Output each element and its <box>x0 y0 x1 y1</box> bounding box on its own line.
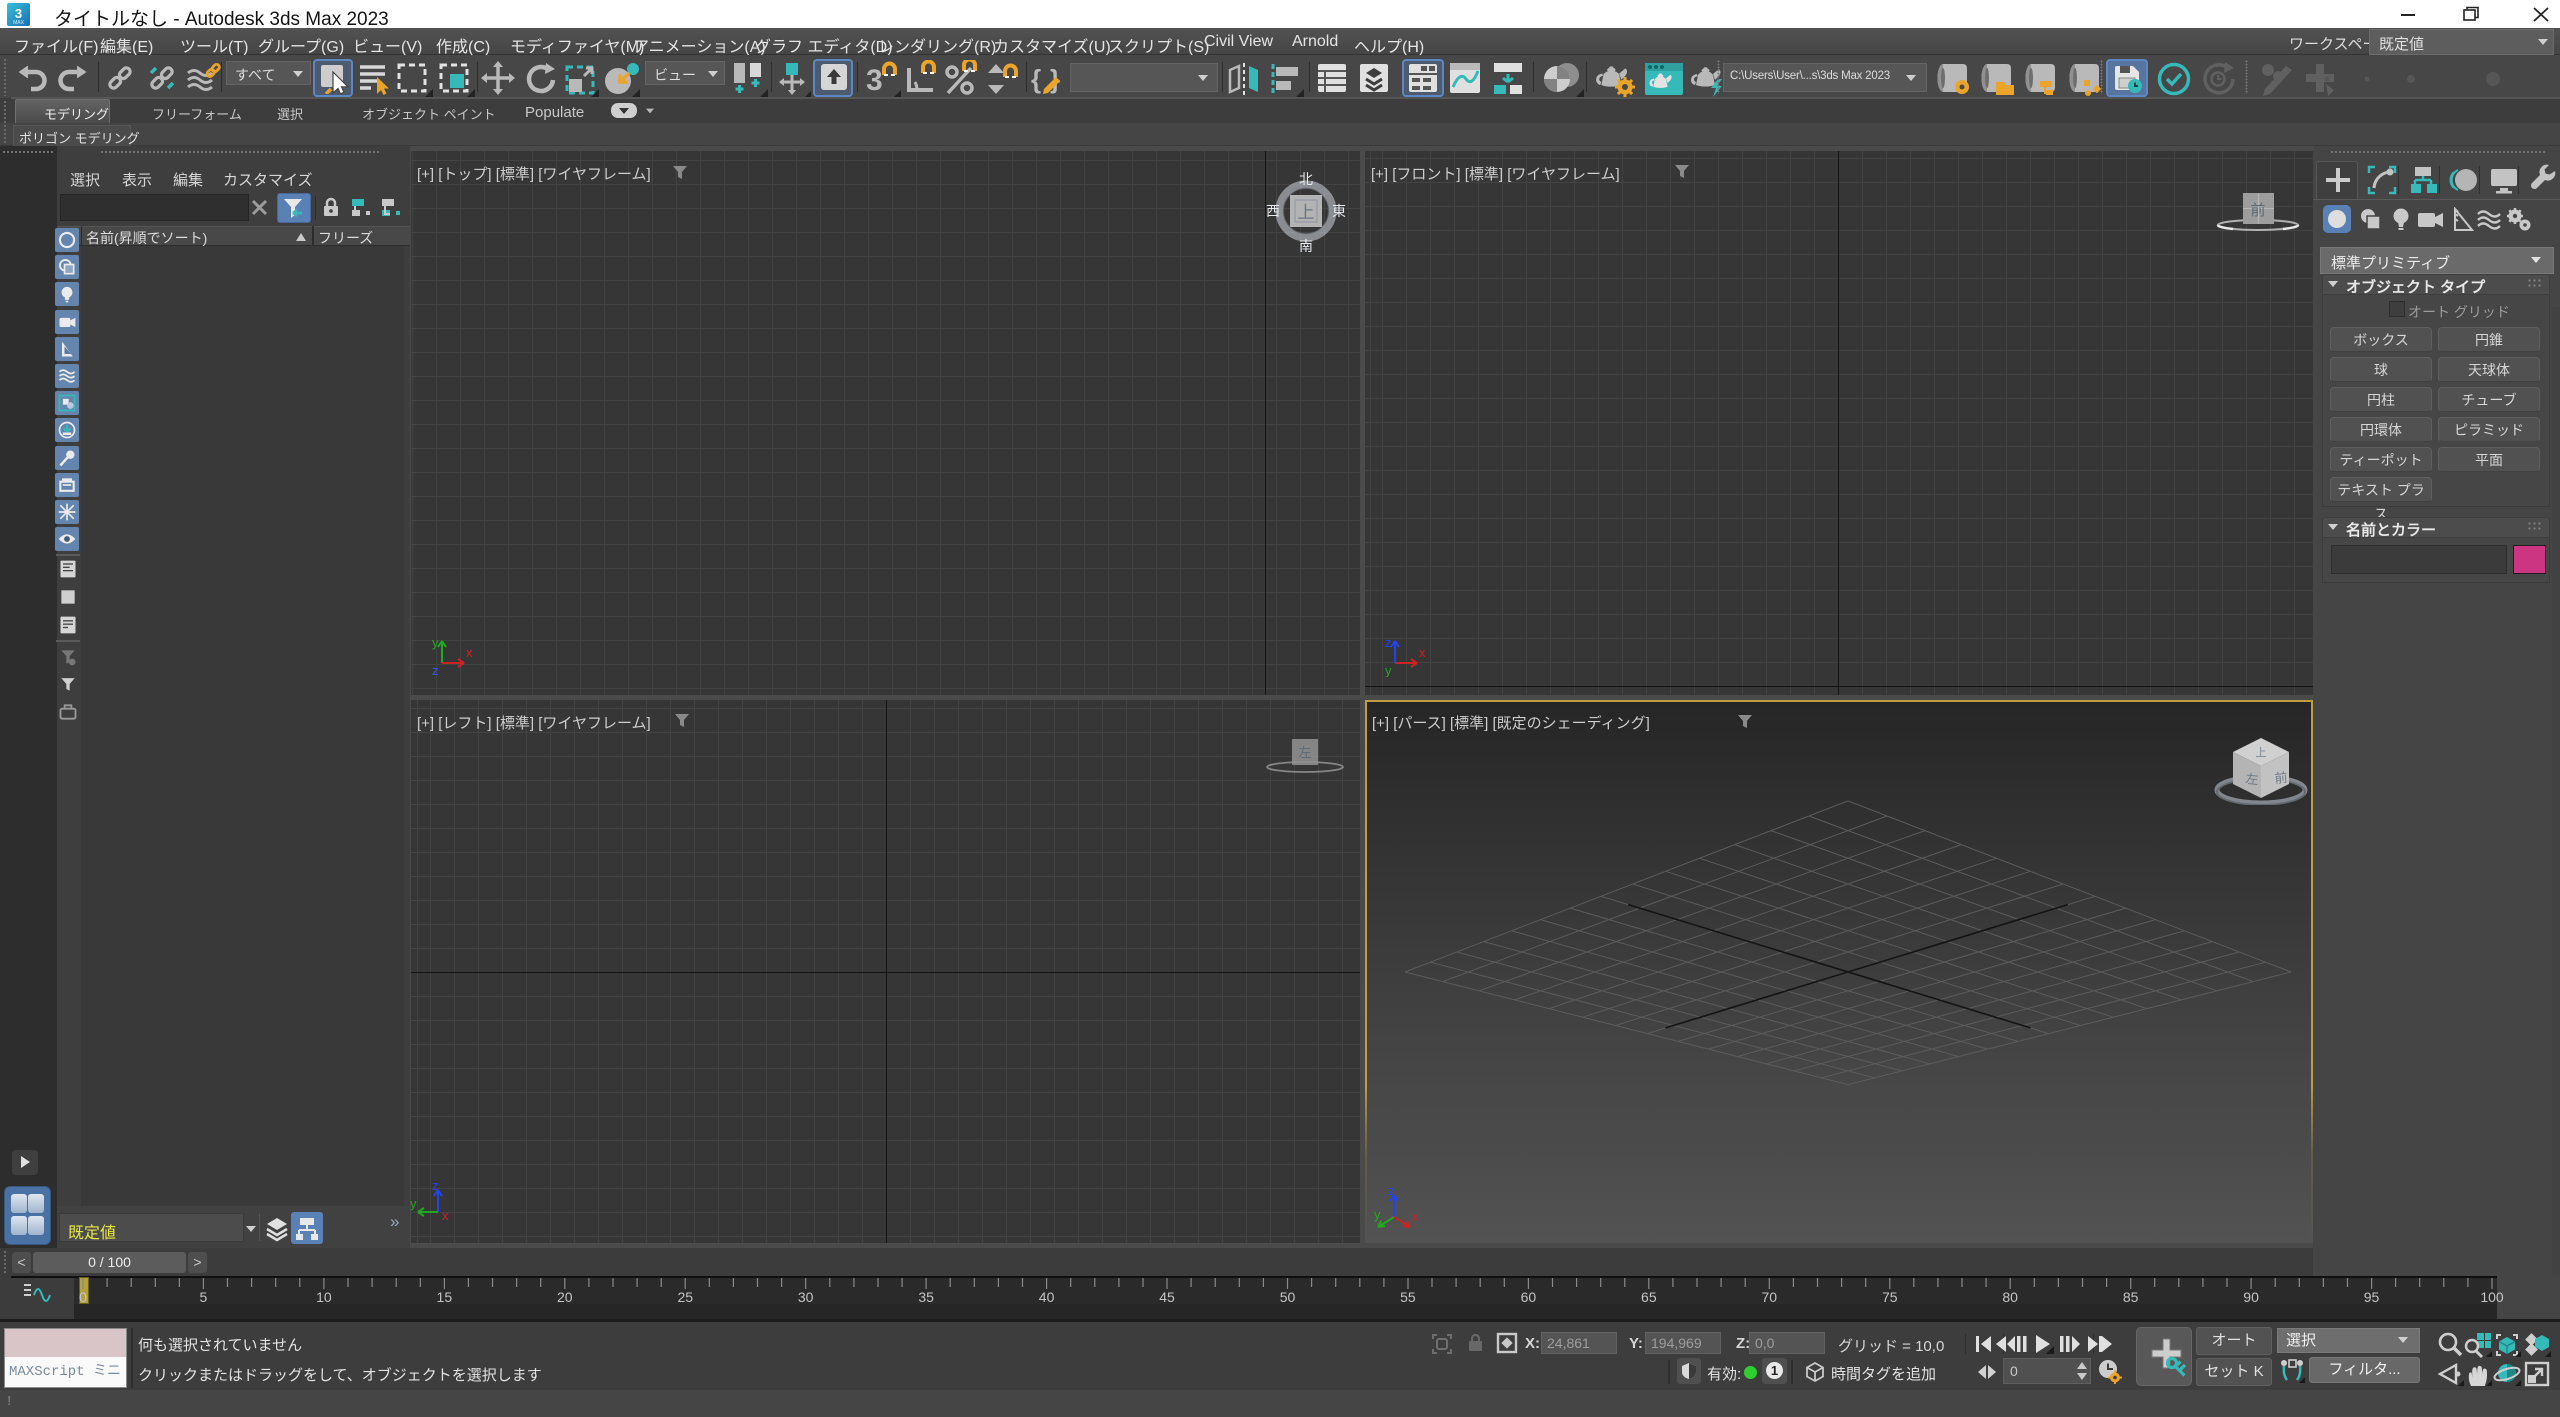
svg-text:z: z <box>432 663 439 677</box>
svg-text:前: 前 <box>2250 202 2265 219</box>
svg-text:3: 3 <box>15 6 22 21</box>
svg-text:z: z <box>1388 1185 1395 1198</box>
svg-text:y: y <box>410 1196 417 1211</box>
svg-text:y: y <box>432 635 439 650</box>
svg-text:x: x <box>1419 645 1426 660</box>
svg-text:3: 3 <box>866 64 883 97</box>
svg-text:上: 上 <box>2256 746 2267 759</box>
svg-text:東: 東 <box>1332 203 1346 219</box>
svg-text:x: x <box>442 1208 449 1223</box>
svg-text:左: 左 <box>1298 745 1311 760</box>
svg-text:北: 北 <box>1299 171 1313 187</box>
svg-text:x: x <box>466 645 473 660</box>
svg-text:{: { <box>1031 64 1041 94</box>
svg-text:南: 南 <box>1299 238 1313 254</box>
svg-text:上: 上 <box>1298 203 1315 222</box>
svg-text:y: y <box>1374 1207 1381 1222</box>
svg-text:MAX: MAX <box>13 20 25 26</box>
svg-text:z: z <box>1385 635 1392 650</box>
svg-text:z: z <box>432 1180 439 1193</box>
svg-text:西: 西 <box>1266 203 1280 219</box>
svg-text:x: x <box>1412 1209 1419 1224</box>
svg-text:y: y <box>1385 663 1392 677</box>
svg-text:前: 前 <box>2274 770 2289 786</box>
svg-text:左: 左 <box>2245 771 2260 787</box>
